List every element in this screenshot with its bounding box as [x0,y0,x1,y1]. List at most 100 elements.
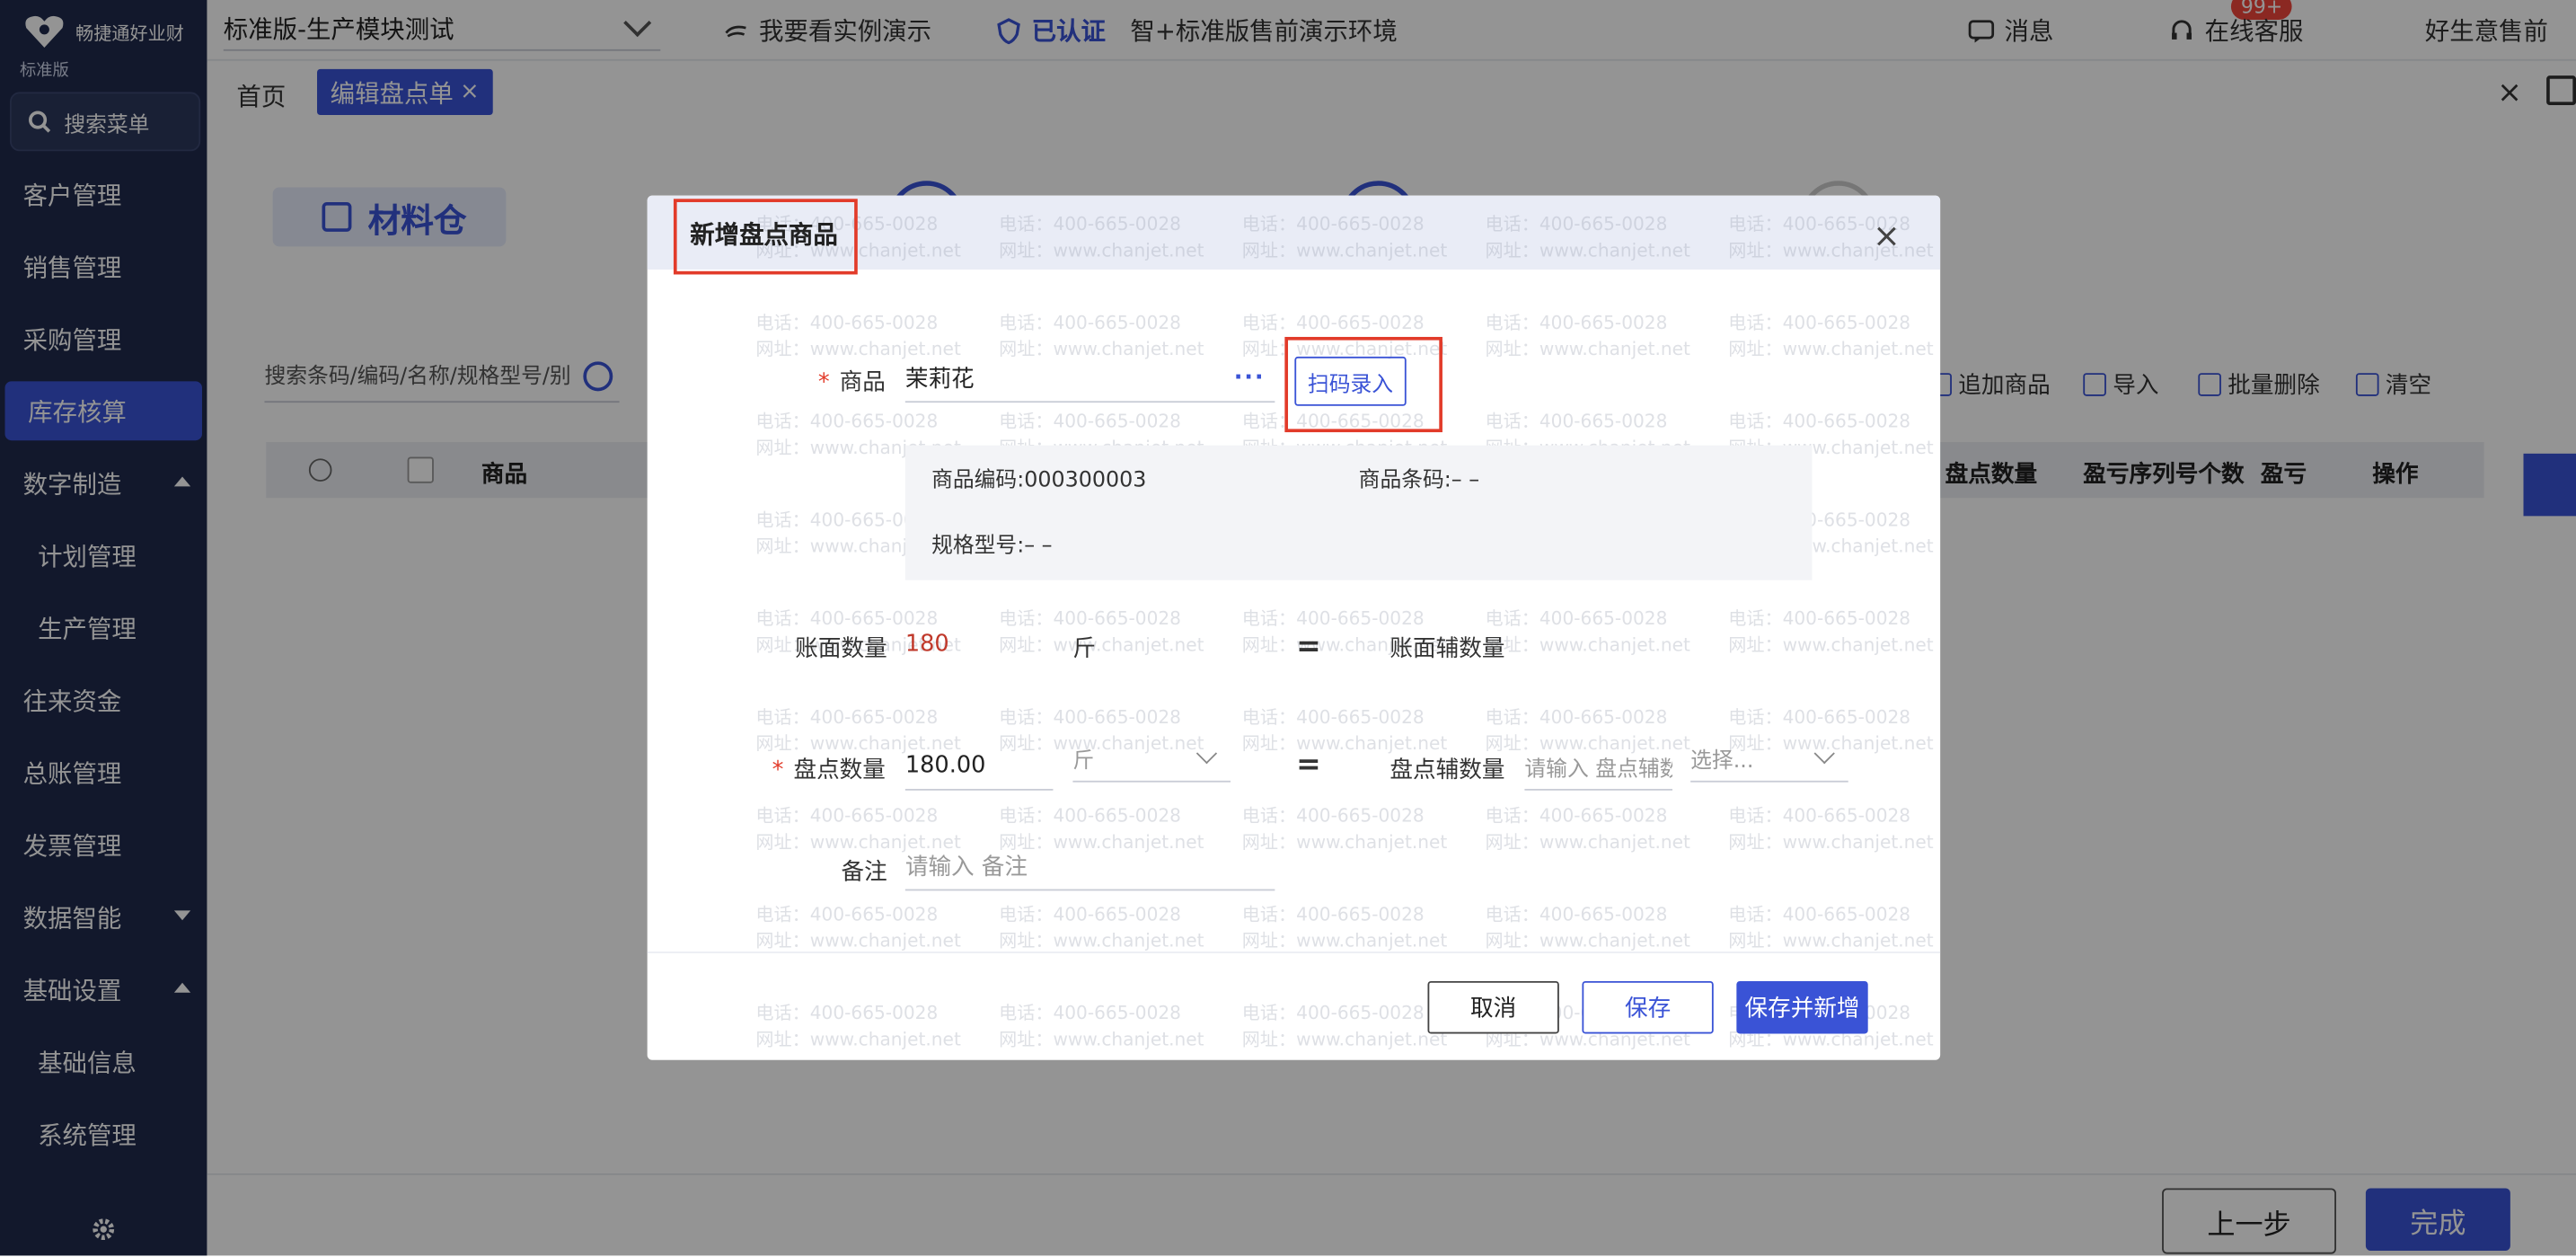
watermark-phone: 电话：400-665-0028 [1728,706,1911,729]
watermark-phone: 电话：400-665-0028 [755,805,939,828]
watermark-site: 网址：www.chanjet.net [999,240,1204,261]
remark-label: 备注 [841,859,887,886]
watermark-phone: 电话：400-665-0028 [755,411,939,433]
count-aux-qty-label: 盘点辅数量 [1389,757,1505,784]
watermark-phone: 电话：400-665-0028 [1485,607,1668,630]
watermark-phone: 电话：400-665-0028 [755,706,939,729]
watermark-site: 网址：www.chanjet.net [1728,240,1934,261]
watermark-phone: 电话：400-665-0028 [999,706,1182,729]
count-qty-label-text: 盘点数量 [793,757,886,784]
watermark-phone: 电话：400-665-0028 [1241,904,1425,925]
watermark-text: 电话：400-665-0028网址：www.chanjet.net [1242,902,1447,955]
watermark-text: 电话：400-665-0028网址：www.chanjet.net [1728,902,1933,955]
watermark-phone: 电话：400-665-0028 [1241,312,1425,334]
watermark-phone: 电话：400-665-0028 [755,607,939,630]
book-qty-value: 180 [904,631,949,658]
watermark-site: 网址：www.chanjet.net [1485,831,1690,854]
watermark-text: 电话：400-665-0028 网址：www.chanjet.net [1242,212,1447,265]
watermark-phone: 电话：400-665-0028 [999,607,1182,630]
product-label-text: 商品 [839,369,886,396]
watermark-text: 电话：400-665-0028网址：www.chanjet.net [999,902,1204,955]
watermark-phone: 电话：400-665-0028 [999,411,1182,433]
product-code: 商品编码:000300003 [931,468,1147,493]
product-field[interactable]: 茉莉花 ··· [904,355,1275,403]
app-root: 畅捷通好业财 标准版 搜索菜单 客户管理 销售管理 采购管理 库存核算 数字制造 计划管理… [0,0,2576,1257]
watermark-phone: 电话：400-665-0028 [1728,411,1911,433]
watermark-text: 电话：400-665-0028网址：www.chanjet.net [1242,705,1447,758]
count-unit-value: 斤 [1072,748,1095,774]
watermark-phone: 电话：400-665-0028 [1485,706,1668,729]
watermark-phone: 电话：400-665-0028 [1485,411,1668,433]
watermark-text: 电话：400-665-0028 网址：www.chanjet.net [1486,803,1690,856]
watermark-phone: 电话：400-665-0028 [1241,607,1425,630]
close-icon[interactable]: × [1873,216,1901,255]
watermark-phone: 电话：400-665-0028 [1485,904,1668,925]
watermark-site: 网址：www.chanjet.net [1728,831,1934,854]
watermark-phone: 电话：400-665-0028 [1728,805,1911,828]
cancel-button[interactable]: 取消 [1427,980,1559,1034]
watermark-phone: 电话：400-665-0028 [1241,805,1425,828]
count-aux-qty-placeholder: 请输入 盘点辅数 [1524,757,1673,782]
watermark-phone: 电话：400-665-0028 [1485,213,1668,235]
remark-input[interactable]: 请输入 备注 [904,843,1275,891]
chevron-down-icon [1195,743,1218,765]
watermark-text: 电话：400-665-0028 网址：www.chanjet.net [999,606,1204,659]
watermark-phone: 电话：400-665-0028 [999,805,1182,828]
book-aux-qty-label: 账面辅数量 [1389,635,1505,663]
watermark-site: 网址：www.chanjet.net [999,634,1204,656]
equals-sign: = [1296,748,1321,783]
watermark-phone: 电话：400-665-0028 [1728,607,1911,630]
count-qty-input[interactable]: 180.00 [904,743,1054,791]
count-unit-select[interactable]: 斤 [1072,735,1231,783]
watermark-phone: 电话：400-665-0028 [1728,904,1911,925]
count-aux-qty-input[interactable]: 请输入 盘点辅数 [1524,743,1673,791]
title-highlight-box [673,199,858,275]
watermark-text: 电话：400-665-0028 网址：www.chanjet.net [999,212,1204,265]
product-info-panel: 商品编码:000300003 商品条码:– – 规格型号:– – [904,445,1813,580]
aux-unit-placeholder: 选择... [1690,748,1754,774]
watermark-phone: 电话：400-665-0028 [1241,213,1425,235]
required-mark: * [817,369,830,396]
watermark-site: 网址：www.chanjet.net [1728,338,1934,360]
watermark-site: 网址：www.chanjet.net [1241,240,1448,261]
required-mark: * [772,757,784,784]
watermark-phone: 电话：400-665-0028 [999,312,1182,334]
scan-entry-button[interactable]: 扫码录入 [1294,356,1407,406]
watermark-phone: 电话：400-665-0028 [999,213,1182,235]
watermark-text: 电话：400-665-0028 网址：www.chanjet.net [1728,803,1933,856]
watermark-phone: 电话：400-665-0028 [1728,312,1911,334]
product-spec: 规格型号:– – [931,534,1053,559]
watermark-site: 网址：www.chanjet.net [1485,634,1690,656]
watermark-phone: 电话：400-665-0028 [1728,213,1911,235]
remark-placeholder: 请输入 备注 [904,854,1028,881]
watermark-text: 电话：400-665-0028 网址：www.chanjet.net [1486,311,1690,364]
more-icon[interactable]: ··· [1234,365,1266,391]
watermark-text: 电话：400-665-0028网址：www.chanjet.net [755,902,960,955]
watermark-phone: 电话：400-665-0028 [1485,312,1668,334]
watermark-phone: 电话：400-665-0028 [1485,805,1668,828]
count-qty-value: 180.00 [904,752,986,779]
product-label: * 商品 [818,365,886,398]
watermark-text: 电话：400-665-0028 网址：www.chanjet.net [1486,212,1690,265]
watermark-phone: 电话：400-665-0028 [755,904,939,925]
save-button[interactable]: 保存 [1582,980,1714,1034]
watermark-text: 电话：400-665-0028 网址：www.chanjet.net [1728,311,1933,364]
book-qty-label: 账面数量 [795,635,887,663]
chevron-down-icon [1813,743,1835,765]
watermark-text: 电话：400-665-0028 网址：www.chanjet.net [1486,606,1690,659]
watermark-site: 网址：www.chanjet.net [1485,240,1690,261]
equals-sign: = [1296,629,1321,664]
watermark-text: 电话：400-665-0028网址：www.chanjet.net [1486,902,1690,955]
count-qty-label: * 盘点数量 [772,753,886,786]
watermark-site: 网址：www.chanjet.net [1485,338,1690,360]
watermark-phone: 电话：400-665-0028 [999,904,1182,925]
save-and-new-button[interactable]: 保存并新增 [1736,980,1868,1034]
watermark-site: 网址：www.chanjet.net [1728,634,1934,656]
watermark-phone: 电话：400-665-0028 [755,312,939,334]
add-stocktake-item-dialog: 电话：400-665-0028 网址：www.chanjet.net 电话：400-… [647,195,1941,1060]
watermark-text: 电话：400-665-0028 网址：www.chanjet.net [1728,606,1933,659]
aux-unit-select[interactable]: 选择... [1690,735,1848,783]
book-unit: 斤 [1072,635,1097,663]
watermark-phone: 电话：400-665-0028 [1241,706,1425,729]
product-value: 茉莉花 [904,366,975,394]
